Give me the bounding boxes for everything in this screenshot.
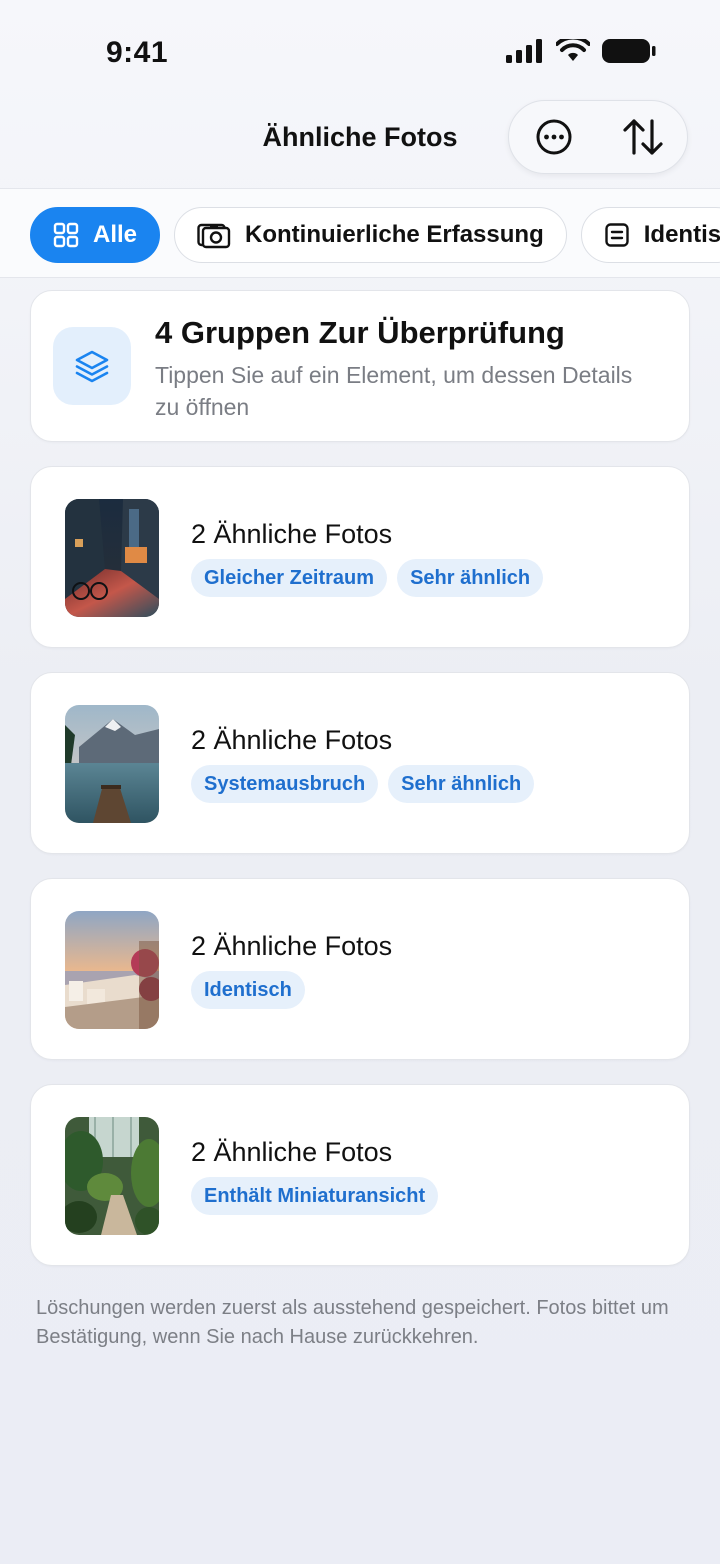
group-title: 2 Ähnliche Fotos bbox=[191, 1137, 393, 1167]
group-tags: Systemausbruch Sehr ähnlich bbox=[191, 765, 535, 803]
camera-icon bbox=[197, 223, 231, 249]
more-icon bbox=[536, 119, 571, 155]
doc-icon bbox=[605, 223, 629, 247]
tag-badge: Sehr ähnlich bbox=[388, 765, 535, 803]
filter-chip-label: Identis bbox=[643, 221, 720, 248]
more-button[interactable] bbox=[526, 109, 582, 165]
filter-bar: Alle Kontinuierliche Erfassung Identis bbox=[0, 188, 720, 278]
sort-arrows-icon bbox=[622, 119, 663, 155]
layers-icon-tile bbox=[53, 327, 131, 405]
grid-icon bbox=[53, 222, 79, 248]
pending-deletion-note: Löschungen werden zuerst als ausstehend … bbox=[36, 1297, 669, 1348]
group-card-1[interactable]: 2 Ähnliche Fotos Gleicher Zeitraum Sehr … bbox=[30, 466, 690, 648]
signal-icon bbox=[506, 39, 542, 63]
filter-chip-burst[interactable]: Kontinuierliche Erfassung bbox=[174, 207, 567, 263]
thumbnail-rainy-street bbox=[65, 499, 159, 617]
tag-badge: Systemausbruch bbox=[191, 765, 379, 803]
group-title: 2 Ähnliche Fotos bbox=[191, 931, 393, 961]
thumbnail-santorini-sunset bbox=[65, 911, 159, 1029]
thumbnail-mountain-lake bbox=[65, 705, 159, 823]
tag-badge: Enthält Miniaturansicht bbox=[191, 1177, 439, 1215]
filter-chip-label: Alle bbox=[93, 221, 138, 248]
filter-chips: Alle Kontinuierliche Erfassung Identis bbox=[30, 207, 720, 263]
status-time: 9:41 bbox=[106, 36, 169, 69]
group-tags: Gleicher Zeitraum Sehr ähnlich bbox=[191, 559, 544, 597]
layers-icon bbox=[75, 350, 109, 383]
group-card-3[interactable]: 2 Ähnliche Fotos Identisch bbox=[30, 878, 690, 1060]
summary-title: 4 Gruppen Zur Überprüfung bbox=[155, 315, 565, 350]
group-tags: Identisch bbox=[191, 971, 305, 1009]
group-card-2[interactable]: 2 Ähnliche Fotos Systemausbruch Sehr ähn… bbox=[30, 672, 690, 854]
wifi-icon bbox=[556, 39, 590, 61]
sort-button[interactable] bbox=[615, 109, 671, 165]
similar-photos-screen: 9:41 Ähnliche Fotos Alle Kontinuierliche… bbox=[0, 0, 720, 1564]
tag-badge: Gleicher Zeitraum bbox=[191, 559, 388, 597]
filter-chip-identical[interactable]: Identis bbox=[580, 207, 720, 263]
group-tags: Enthält Miniaturansicht bbox=[191, 1177, 439, 1215]
group-title: 2 Ähnliche Fotos bbox=[191, 725, 393, 755]
filter-chip-all[interactable]: Alle bbox=[30, 207, 161, 263]
nav-header: Ähnliche Fotos bbox=[0, 100, 720, 188]
group-card-4[interactable]: 2 Ähnliche Fotos Enthält Miniaturansicht bbox=[30, 1084, 690, 1266]
summary-subtitle: Tippen Sie auf ein Element, um dessen De… bbox=[155, 362, 633, 420]
tag-badge: Sehr ähnlich bbox=[397, 559, 544, 597]
status-bar: 9:41 bbox=[0, 0, 720, 100]
group-title: 2 Ähnliche Fotos bbox=[191, 519, 393, 549]
header-actions bbox=[508, 100, 688, 174]
battery-icon bbox=[602, 39, 656, 63]
filter-chip-label: Kontinuierliche Erfassung bbox=[245, 221, 544, 248]
thumbnail-greenhouse-path bbox=[65, 1117, 159, 1235]
status-icons bbox=[506, 38, 656, 64]
tag-badge: Identisch bbox=[191, 971, 305, 1009]
review-summary-card: 4 Gruppen Zur Überprüfung Tippen Sie auf… bbox=[30, 290, 690, 442]
